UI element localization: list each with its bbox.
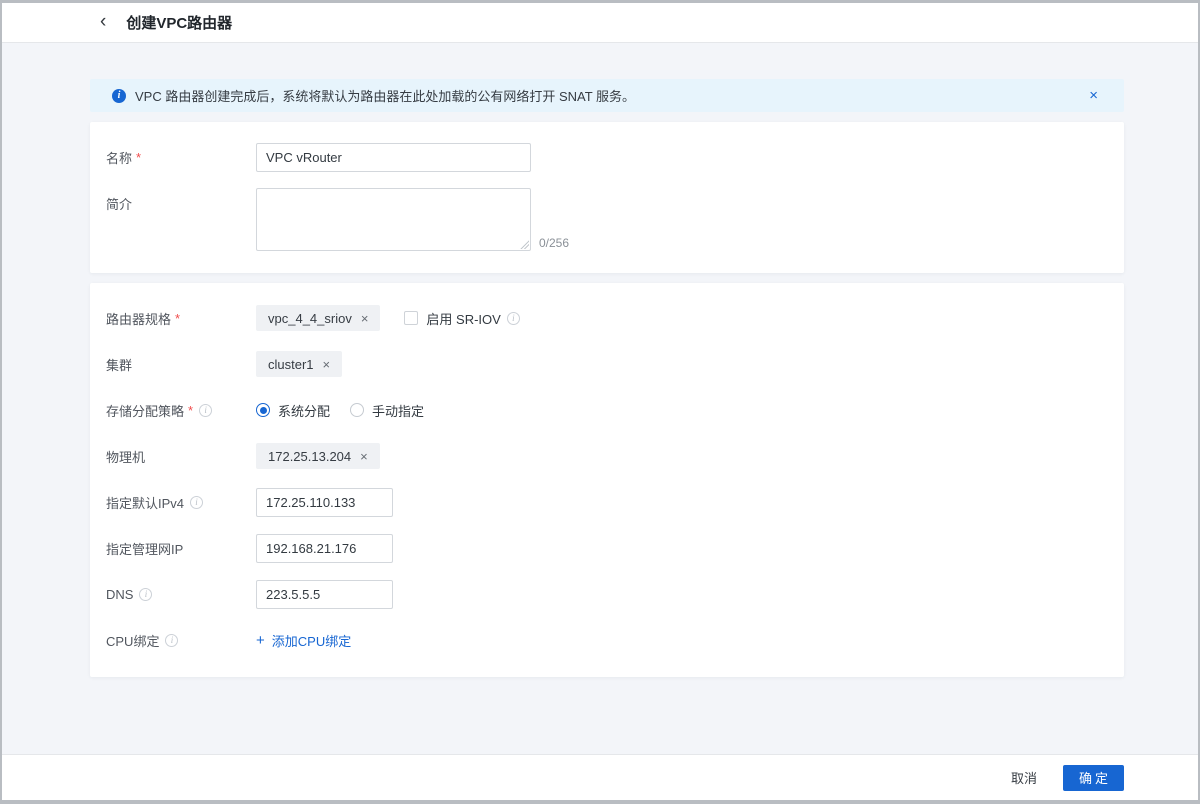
page-content: i VPC 路由器创建完成后，系统将默认为路由器在此处加载的公有网络打开 SNA…	[2, 43, 1198, 677]
router-spec-label: 路由器规格 *	[106, 309, 256, 328]
dns-control	[256, 580, 393, 609]
radio-system-label: 系统分配	[278, 401, 330, 420]
physical-machine-control: 172.25.13.204 ×	[256, 443, 380, 469]
plus-icon: +	[256, 633, 265, 648]
mgmt-ip-row: 指定管理网IP	[106, 533, 1108, 563]
tag-close-icon[interactable]: ×	[361, 312, 369, 325]
sriov-checkbox-label: 启用 SR-IOV	[426, 309, 500, 328]
required-asterisk: *	[188, 403, 193, 418]
cpu-binding-row: CPU绑定 i + 添加CPU绑定	[106, 625, 1108, 655]
description-textarea[interactable]	[256, 188, 531, 251]
radio-unchecked-icon	[350, 403, 364, 417]
banner-close-icon[interactable]: ×	[1089, 88, 1098, 103]
confirm-button[interactable]: 确定	[1063, 765, 1124, 791]
default-ipv4-input[interactable]	[256, 488, 393, 517]
cluster-tag-text: cluster1	[268, 357, 314, 372]
name-label: 名称 *	[106, 148, 256, 167]
name-control	[256, 143, 531, 172]
page-header: ‹ 创建VPC路由器	[2, 3, 1198, 43]
physical-machine-tag[interactable]: 172.25.13.204 ×	[256, 443, 380, 469]
required-asterisk: *	[136, 150, 141, 165]
physical-machine-label: 物理机	[106, 447, 256, 466]
basic-info-card: 名称 * 简介 0/256	[90, 122, 1124, 273]
name-row: 名称 *	[106, 142, 1108, 172]
radio-system-allocate[interactable]: 系统分配	[256, 401, 330, 420]
name-input[interactable]	[256, 143, 531, 172]
dns-input[interactable]	[256, 580, 393, 609]
char-counter: 0/256	[539, 236, 569, 251]
dns-label-text: DNS	[106, 587, 133, 602]
description-label: 简介	[106, 188, 256, 213]
storage-policy-row: 存储分配策略 * i 系统分配 手动指定	[106, 395, 1108, 425]
cluster-control: cluster1 ×	[256, 351, 342, 377]
default-ipv4-row: 指定默认IPv4 i	[106, 487, 1108, 517]
router-spec-tag[interactable]: vpc_4_4_sriov ×	[256, 305, 380, 331]
cpu-binding-control: + 添加CPU绑定	[256, 631, 351, 650]
default-ipv4-info-icon[interactable]: i	[190, 496, 203, 509]
storage-policy-label-text: 存储分配策略	[106, 401, 184, 420]
sriov-checkbox[interactable]	[404, 311, 418, 325]
sriov-info-icon[interactable]: i	[507, 312, 520, 325]
mgmt-ip-label-text: 指定管理网IP	[106, 539, 183, 558]
router-spec-tag-text: vpc_4_4_sriov	[268, 311, 352, 326]
mgmt-ip-label: 指定管理网IP	[106, 539, 256, 558]
physical-machine-label-text: 物理机	[106, 447, 145, 466]
cluster-row: 集群 cluster1 ×	[106, 349, 1108, 379]
add-cpu-binding-label: 添加CPU绑定	[272, 631, 351, 650]
info-icon: i	[112, 89, 126, 103]
tag-close-icon[interactable]: ×	[360, 450, 368, 463]
default-ipv4-control	[256, 488, 393, 517]
physical-machine-tag-text: 172.25.13.204	[268, 449, 351, 464]
description-label-text: 简介	[106, 194, 132, 213]
cpu-binding-label-text: CPU绑定	[106, 631, 159, 650]
radio-manual-specify[interactable]: 手动指定	[350, 401, 424, 420]
router-spec-row: 路由器规格 * vpc_4_4_sriov × 启用 SR-IOV i	[106, 303, 1108, 333]
mgmt-ip-input[interactable]	[256, 534, 393, 563]
cluster-label-text: 集群	[106, 355, 132, 374]
cluster-label: 集群	[106, 355, 256, 374]
storage-policy-options: 系统分配 手动指定	[256, 401, 424, 420]
page-footer: 取消 确定	[2, 754, 1198, 800]
dns-info-icon[interactable]: i	[139, 588, 152, 601]
add-cpu-binding-link[interactable]: + 添加CPU绑定	[256, 631, 351, 650]
page-title: 创建VPC路由器	[126, 12, 232, 33]
name-label-text: 名称	[106, 148, 132, 167]
default-ipv4-label-text: 指定默认IPv4	[106, 493, 184, 512]
info-banner: i VPC 路由器创建完成后，系统将默认为路由器在此处加载的公有网络打开 SNA…	[90, 79, 1124, 112]
router-spec-label-text: 路由器规格	[106, 309, 171, 328]
radio-checked-icon	[256, 403, 270, 417]
mgmt-ip-control	[256, 534, 393, 563]
default-ipv4-label: 指定默认IPv4 i	[106, 493, 256, 512]
description-row: 简介 0/256	[106, 188, 1108, 251]
storage-policy-info-icon[interactable]: i	[199, 404, 212, 417]
cluster-tag[interactable]: cluster1 ×	[256, 351, 342, 377]
storage-policy-label: 存储分配策略 * i	[106, 401, 256, 420]
dns-label: DNS i	[106, 587, 256, 602]
radio-manual-label: 手动指定	[372, 401, 424, 420]
cpu-binding-label: CPU绑定 i	[106, 631, 256, 650]
router-spec-control: vpc_4_4_sriov × 启用 SR-IOV i	[256, 305, 520, 331]
cpu-binding-info-icon[interactable]: i	[165, 634, 178, 647]
back-icon[interactable]: ‹	[100, 12, 106, 31]
banner-text: VPC 路由器创建完成后，系统将默认为路由器在此处加载的公有网络打开 SNAT …	[135, 86, 635, 105]
description-control: 0/256	[256, 188, 569, 251]
tag-close-icon[interactable]: ×	[323, 358, 331, 371]
cancel-button[interactable]: 取消	[1011, 768, 1037, 787]
physical-machine-row: 物理机 172.25.13.204 ×	[106, 441, 1108, 471]
dns-row: DNS i	[106, 579, 1108, 609]
config-card: 路由器规格 * vpc_4_4_sriov × 启用 SR-IOV i 集群 c…	[90, 283, 1124, 677]
required-asterisk: *	[175, 311, 180, 326]
